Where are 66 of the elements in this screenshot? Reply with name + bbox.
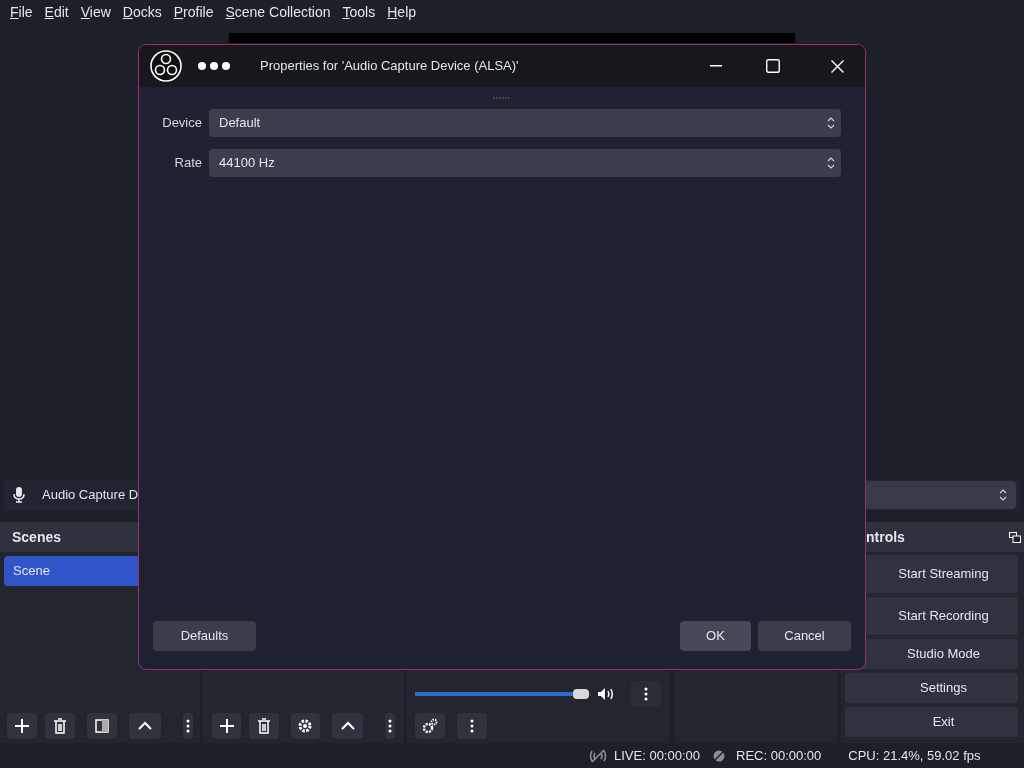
field-label: Device <box>161 114 202 133</box>
chevron-up-icon <box>339 721 356 731</box>
control-button[interactable]: Settings <box>845 673 1018 703</box>
live-timer: LIVE: 00:00:00 <box>614 746 700 765</box>
minimize-icon[interactable] <box>710 65 722 67</box>
menu-item[interactable]: View <box>74 1 117 23</box>
field-label: Rate <box>173 154 202 173</box>
app-logo-icon <box>150 50 182 82</box>
undock-icon[interactable] <box>1009 531 1021 543</box>
dots-icon <box>186 719 190 733</box>
microphone-icon <box>12 487 26 503</box>
plus-icon <box>15 719 29 733</box>
spinner-icon <box>998 487 1008 503</box>
cancel-button[interactable]: Cancel <box>758 621 851 651</box>
properties-button[interactable] <box>290 713 320 739</box>
menu-item[interactable]: Tools <box>336 1 382 23</box>
move-up-button[interactable] <box>129 713 161 739</box>
remove-button[interactable] <box>45 713 75 739</box>
spinner-icon <box>826 155 836 171</box>
add-button[interactable] <box>7 713 37 739</box>
move-up-button[interactable] <box>331 713 364 739</box>
maximize-icon[interactable] <box>766 59 780 73</box>
rec-timer: REC: 00:00:00 <box>736 746 822 765</box>
gears-icon <box>421 718 439 734</box>
dots-icon <box>470 719 474 733</box>
no-signal-icon <box>588 748 608 763</box>
trash-icon <box>53 718 67 734</box>
dropdown-field[interactable]: 44100 Hz <box>209 149 841 177</box>
more-button[interactable] <box>183 713 193 739</box>
speaker-icon <box>596 687 615 701</box>
plus-icon <box>219 719 234 733</box>
ok-button[interactable]: OK <box>680 621 751 651</box>
dots-icon <box>388 719 393 733</box>
filter-icon <box>95 719 109 733</box>
remove-button[interactable] <box>249 713 279 739</box>
chevron-up-icon <box>137 721 153 731</box>
field-value: Default <box>219 114 262 133</box>
defaults-button[interactable]: Defaults <box>153 621 256 651</box>
dropdown-field[interactable]: Default <box>209 109 841 137</box>
add-button[interactable] <box>212 713 242 739</box>
dock-title: ntrols <box>866 527 905 547</box>
more-button[interactable] <box>385 713 395 739</box>
spinner-icon <box>826 115 836 131</box>
dots-icon <box>644 687 649 701</box>
trash-icon <box>256 718 271 734</box>
gear-icon <box>297 718 314 734</box>
filter-button[interactable] <box>87 713 117 739</box>
menu-item[interactable]: File <box>4 1 39 23</box>
recording-off-icon <box>712 748 726 763</box>
dialog-title: Properties for 'Audio Capture Device (ALSA)' <box>260 57 519 76</box>
control-button[interactable]: Exit <box>845 707 1018 737</box>
volume-slider[interactable] <box>415 688 591 700</box>
menu-item[interactable]: Help <box>381 1 423 23</box>
more-icon[interactable] <box>197 61 231 71</box>
menu-item[interactable]: Edit <box>38 1 75 23</box>
slider-thumb[interactable] <box>572 689 589 699</box>
field-value: 44100 Hz <box>219 154 276 173</box>
cpu-usage: CPU: 21.4%, 59.02 fps <box>848 746 981 765</box>
source-name: Audio Capture D <box>42 486 139 505</box>
drag-handle-icon <box>493 97 511 99</box>
advanced-audio-button[interactable] <box>415 713 445 739</box>
menu-item[interactable]: Scene Collection <box>219 1 337 23</box>
menu-item[interactable]: Docks <box>116 1 168 23</box>
close-icon[interactable] <box>831 59 844 73</box>
menu-item[interactable]: Profile <box>167 1 220 23</box>
dock-title: Scenes <box>12 527 62 547</box>
